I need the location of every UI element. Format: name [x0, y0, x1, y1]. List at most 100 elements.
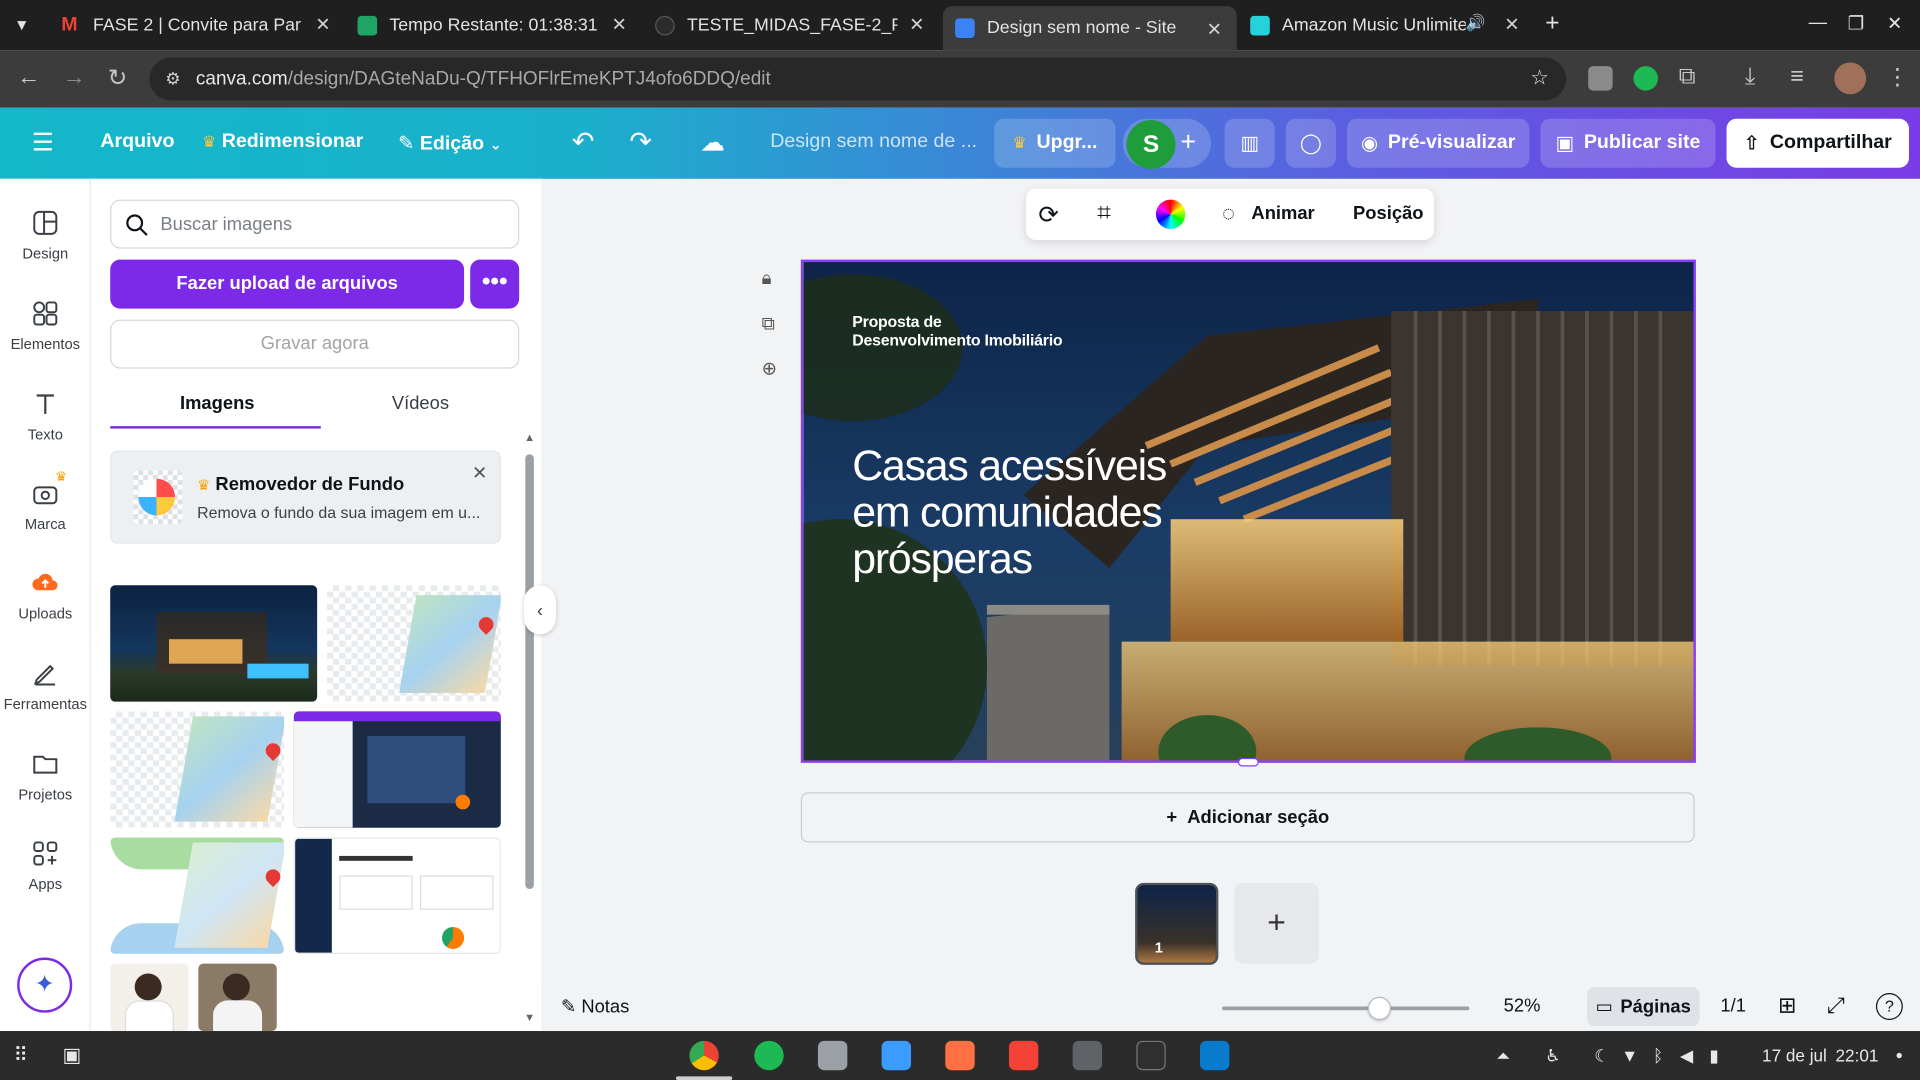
browser-menu-icon[interactable]: ⋮: [1886, 64, 1909, 92]
fullscreen-icon[interactable]: ⤢: [1827, 993, 1845, 1019]
notification-dot-icon[interactable]: ●: [1896, 1049, 1903, 1062]
avatar[interactable]: S: [1126, 120, 1176, 169]
site-info-icon[interactable]: ⚙: [165, 69, 180, 90]
hamburger-menu-icon[interactable]: ☰: [32, 127, 54, 158]
upload-files-button[interactable]: Fazer upload de arquivos: [110, 259, 465, 309]
tab-canva-active[interactable]: Design sem nome - Site ✕: [942, 6, 1237, 51]
design-headline[interactable]: Casas acessíveis em comunidades próspera…: [852, 443, 1244, 583]
clock-date[interactable]: 17 de jul: [1762, 1046, 1827, 1066]
forward-icon[interactable]: →: [62, 65, 85, 92]
clock-time[interactable]: 22:01: [1836, 1046, 1879, 1066]
bluetooth-icon[interactable]: ᛒ: [1653, 1046, 1663, 1066]
tab-github[interactable]: TESTE_MIDAS_FASE-2_PO ✕: [655, 7, 924, 43]
position-button[interactable]: Posição: [1353, 203, 1423, 224]
spotify-icon[interactable]: [754, 1040, 784, 1071]
pages-button[interactable]: ▭ Páginas: [1586, 986, 1700, 1027]
zoom-value[interactable]: 52%: [1504, 996, 1541, 1017]
close-icon[interactable]: ✕: [1207, 18, 1222, 41]
color-picker-icon[interactable]: [1155, 199, 1186, 229]
rail-item-projects[interactable]: Projetos: [0, 749, 91, 803]
notes-button[interactable]: ✎ Notas: [561, 996, 629, 1018]
close-icon[interactable]: ✕: [909, 13, 924, 36]
page-thumbnail[interactable]: 1: [1135, 882, 1219, 965]
record-now-button[interactable]: Gravar agora: [110, 319, 520, 369]
tab-search-icon[interactable]: ▾: [17, 13, 26, 36]
upload-image-map-2[interactable]: [110, 711, 285, 828]
background-remover-promo[interactable]: ♛ Removedor de Fundo Remova o fundo da s…: [110, 450, 501, 544]
magic-ai-button[interactable]: ✦: [17, 957, 73, 1013]
crop-icon[interactable]: ⌗: [1097, 200, 1111, 228]
close-icon[interactable]: ✕: [315, 13, 330, 36]
animate-button[interactable]: Animar: [1251, 203, 1314, 224]
wifi-icon[interactable]: ▼: [1621, 1046, 1638, 1066]
rail-item-apps[interactable]: Apps: [0, 839, 91, 893]
edit-menu[interactable]: ✎ Edição ⌄: [398, 131, 502, 155]
night-mode-icon[interactable]: ☾: [1594, 1046, 1609, 1067]
presentation-icon[interactable]: [945, 1040, 975, 1071]
zoom-slider-track[interactable]: [1222, 1006, 1470, 1011]
tab-images[interactable]: Imagens: [180, 393, 255, 414]
share-button[interactable]: ⇧ Compartilhar: [1726, 118, 1909, 168]
publish-site-button[interactable]: ▣ Publicar site: [1540, 118, 1716, 168]
scroll-up-icon[interactable]: ▲: [524, 431, 535, 443]
more-options-button[interactable]: •••: [470, 259, 520, 309]
panel-scrollbar[interactable]: [525, 454, 534, 889]
reload-icon[interactable]: ↻: [108, 65, 127, 93]
resize-handle[interactable]: [1237, 757, 1259, 767]
tab-gmail[interactable]: M FASE 2 | Convite para Parti ✕: [61, 7, 330, 43]
upload-image-screenshot-2[interactable]: [293, 837, 501, 954]
upload-image-person-2[interactable]: [198, 963, 277, 1032]
vscode-icon[interactable]: [1200, 1040, 1230, 1071]
speaker-icon[interactable]: 🔊: [1465, 13, 1485, 33]
extension-green-icon[interactable]: [1633, 66, 1658, 91]
design-page[interactable]: Proposta de Desenvolvimento Imobiliário …: [800, 259, 1696, 763]
close-icon[interactable]: ✕: [612, 13, 627, 36]
extensions-puzzle-icon[interactable]: ⧉: [1679, 64, 1696, 91]
add-page-icon[interactable]: ⊕: [762, 358, 777, 380]
volume-icon[interactable]: ◀: [1680, 1046, 1693, 1067]
files-icon[interactable]: [817, 1040, 848, 1071]
redo-icon[interactable]: ↷: [629, 126, 652, 158]
upload-image-map-1[interactable]: [326, 585, 501, 702]
app-grid-icon[interactable]: ⠿: [13, 1043, 27, 1067]
add-page-button[interactable]: +: [1234, 882, 1319, 964]
upload-image-house[interactable]: [110, 585, 318, 702]
media-control-icon[interactable]: ≡: [1790, 64, 1804, 91]
close-icon[interactable]: ✕: [1504, 13, 1519, 36]
anydesk-icon[interactable]: [1008, 1040, 1039, 1071]
rail-item-text[interactable]: Texto: [0, 389, 91, 443]
cloud-saved-icon[interactable]: ☁: [700, 127, 724, 158]
bookmark-star-icon[interactable]: ☆: [1530, 66, 1549, 90]
back-icon[interactable]: ←: [17, 65, 40, 92]
accessibility-icon[interactable]: ♿︎: [1545, 1046, 1560, 1067]
chrome-icon[interactable]: [689, 1040, 719, 1071]
resize-button[interactable]: ♛ Redimensionar: [202, 131, 363, 153]
rail-item-design[interactable]: Design: [0, 208, 91, 262]
help-icon[interactable]: ?: [1875, 993, 1903, 1021]
undo-icon[interactable]: ↶: [572, 126, 595, 158]
tray-expand-icon[interactable]: ⏶: [1496, 1046, 1510, 1067]
search-input[interactable]: Buscar imagens: [110, 199, 520, 249]
lock-icon[interactable]: 🔒︎: [762, 268, 772, 289]
profile-avatar[interactable]: [1834, 62, 1867, 95]
upload-image-screenshot-1[interactable]: [293, 711, 501, 828]
rail-item-tools[interactable]: Ferramentas: [0, 659, 91, 713]
terminal-icon[interactable]: [1136, 1040, 1166, 1071]
add-collaborator-icon[interactable]: +: [1180, 126, 1196, 158]
store-icon[interactable]: [881, 1040, 912, 1071]
rail-item-elements[interactable]: Elementos: [0, 299, 91, 353]
rail-item-uploads[interactable]: Uploads: [0, 568, 91, 622]
tab-timer[interactable]: Tempo Restante: 01:38:31 ✕: [357, 7, 627, 43]
scroll-down-icon[interactable]: ▼: [524, 1011, 535, 1023]
rail-item-brand[interactable]: Marca ♛: [0, 470, 91, 532]
minimize-icon[interactable]: —: [1809, 12, 1827, 33]
duplicate-icon[interactable]: ⧉: [762, 313, 775, 334]
upload-image-person-1[interactable]: [110, 963, 189, 1032]
calculator-icon[interactable]: [1072, 1040, 1103, 1071]
collapse-panel-button[interactable]: ‹: [524, 585, 556, 635]
tab-amazon-music[interactable]: Amazon Music Unlimite 🔊 ✕: [1250, 7, 1520, 43]
tab-videos[interactable]: Vídeos: [392, 393, 449, 414]
grid-view-icon[interactable]: ⊞: [1778, 993, 1796, 1019]
battery-icon[interactable]: ▮: [1709, 1046, 1718, 1067]
design-kicker[interactable]: Proposta de Desenvolvimento Imobiliário: [852, 312, 1062, 349]
